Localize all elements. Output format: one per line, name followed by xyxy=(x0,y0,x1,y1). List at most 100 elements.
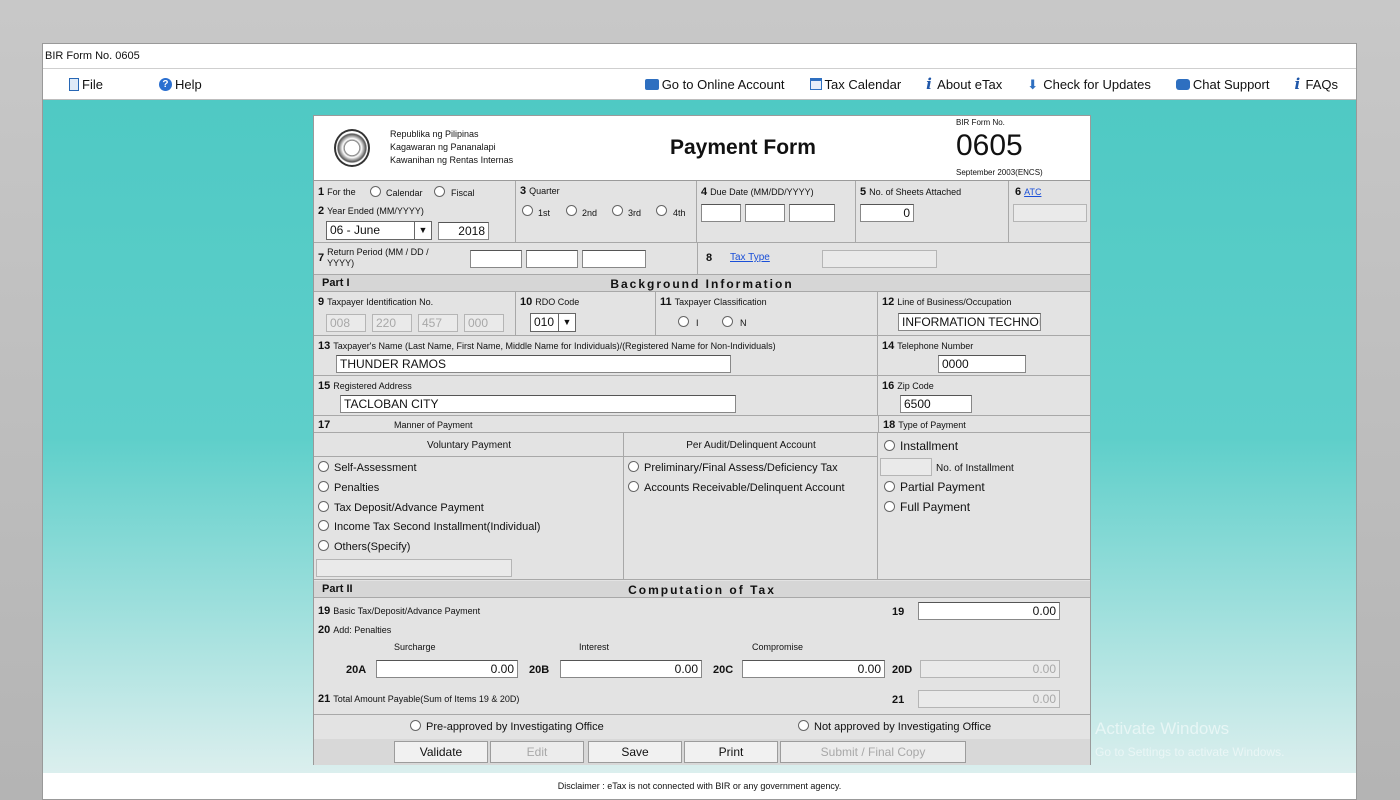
activate-windows-watermark: Activate Windows xyxy=(1095,719,1230,738)
class-i-label: I xyxy=(696,318,699,328)
class-n-radio[interactable] xyxy=(722,316,733,327)
menu-tax-calendar[interactable]: Tax Calendar xyxy=(809,77,901,92)
option-accounts-receivable[interactable]: Accounts Receivable/Delinquent Account xyxy=(628,481,845,494)
manner-label: Manner of Payment xyxy=(394,420,473,430)
option-full[interactable]: Full Payment xyxy=(884,500,970,514)
option-partial[interactable]: Partial Payment xyxy=(884,480,985,494)
item-number: 3 xyxy=(520,185,527,197)
menu-chat[interactable]: Chat Support xyxy=(1175,77,1269,92)
cell-voluntary: Voluntary Payment Self-Assessment Penalt… xyxy=(314,433,624,579)
total-penalties-input[interactable]: 0.00 xyxy=(920,660,1060,678)
address-input[interactable]: TACLOBAN CITY xyxy=(340,395,736,413)
menu-file[interactable]: File xyxy=(69,77,103,92)
option-label: Full Payment xyxy=(900,500,971,514)
quarter-4-radio[interactable] xyxy=(656,205,667,216)
option-installment[interactable]: Installment xyxy=(884,439,958,453)
surcharge-input[interactable]: 0.00 xyxy=(376,660,518,678)
installment-count-input[interactable] xyxy=(880,458,932,476)
penalties-radio[interactable] xyxy=(318,481,329,492)
menu-help[interactable]: ? Help xyxy=(158,77,202,92)
tax-type-input[interactable] xyxy=(822,250,937,268)
rdo-select[interactable]: 010 ▼ xyxy=(530,313,576,332)
cell-zip: 16 Zip Code 6500 xyxy=(878,376,1090,415)
validate-button[interactable]: Validate xyxy=(394,741,488,763)
quarter-3-radio[interactable] xyxy=(612,205,623,216)
full-radio[interactable] xyxy=(884,501,895,512)
option-label: Partial Payment xyxy=(900,480,985,494)
self-assessment-radio[interactable] xyxy=(318,461,329,472)
cell-type: Installment No. of Installment Partial P… xyxy=(878,433,1090,579)
year-ended-label: Year Ended (MM/YYYY) xyxy=(327,206,424,216)
tin-part-3[interactable]: 457 xyxy=(418,314,458,332)
atc-link[interactable]: ATC xyxy=(1024,187,1041,197)
quarter-2-radio[interactable] xyxy=(566,205,577,216)
deficiency-radio[interactable] xyxy=(628,461,639,472)
accounts-receivable-radio[interactable] xyxy=(628,481,639,492)
partial-radio[interactable] xyxy=(884,481,895,492)
tin-part-1[interactable]: 008 xyxy=(326,314,366,332)
taxpayer-name-input[interactable]: THUNDER RAMOS xyxy=(336,355,731,373)
business-input[interactable]: INFORMATION TECHNOL xyxy=(898,313,1041,331)
others-specify-input[interactable] xyxy=(316,559,512,577)
print-button[interactable]: Print xyxy=(684,741,778,763)
quarter-1-radio[interactable] xyxy=(522,205,533,216)
class-i-radio[interactable] xyxy=(678,316,689,327)
due-date-year-input[interactable] xyxy=(789,204,835,222)
fiscal-radio[interactable] xyxy=(434,186,445,197)
not-approved-radio[interactable] xyxy=(798,720,809,731)
cell-rdo: 10 RDO Code 010 ▼ xyxy=(516,292,656,335)
rdo-label: RDO Code xyxy=(535,297,580,307)
cell-sheets: 5 No. of Sheets Attached 0 xyxy=(856,181,1009,242)
year-input[interactable]: 2018 xyxy=(438,222,489,240)
basic-tax-input[interactable]: 0.00 xyxy=(918,602,1060,620)
tin-part-4[interactable]: 000 xyxy=(464,314,504,332)
option-tax-deposit[interactable]: Tax Deposit/Advance Payment xyxy=(318,501,484,514)
tax-deposit-radio[interactable] xyxy=(318,501,329,512)
return-period-year-input[interactable] xyxy=(582,250,646,268)
return-period-month-input[interactable] xyxy=(470,250,522,268)
installment-count-label: No. of Installment xyxy=(936,463,1014,474)
option-others[interactable]: Others(Specify) xyxy=(318,540,410,553)
menu-online-account[interactable]: Go to Online Account xyxy=(644,77,785,92)
form-version-date: September 2003(ENCS) xyxy=(956,168,1043,177)
chevron-down-icon: ▼ xyxy=(558,314,575,331)
income-tax-second-radio[interactable] xyxy=(318,520,329,531)
menu-updates[interactable]: ⬇ Check for Updates xyxy=(1027,77,1151,92)
agency-line: Kagawaran ng Pananalapi xyxy=(390,142,496,152)
tin-part-2[interactable]: 220 xyxy=(372,314,412,332)
phone-input[interactable]: 0000 xyxy=(938,355,1026,373)
option-income-tax-second[interactable]: Income Tax Second Installment(Individual… xyxy=(318,520,540,533)
atc-input[interactable] xyxy=(1013,204,1087,222)
option-pre-approved[interactable]: Pre-approved by Investigating Office xyxy=(410,720,604,733)
pre-approved-radio[interactable] xyxy=(410,720,421,731)
save-button[interactable]: Save xyxy=(588,741,682,763)
due-date-month-input[interactable] xyxy=(701,204,741,222)
chat-icon xyxy=(1175,78,1190,90)
others-radio[interactable] xyxy=(318,540,329,551)
item-number: 4 xyxy=(701,186,708,198)
sheets-input[interactable]: 0 xyxy=(860,204,914,222)
submit-button[interactable]: Submit / Final Copy xyxy=(780,741,966,763)
phone-label: Telephone Number xyxy=(897,341,974,351)
calendar-radio[interactable] xyxy=(370,186,381,197)
compromise-input[interactable]: 0.00 xyxy=(742,660,885,678)
option-penalties[interactable]: Penalties xyxy=(318,481,379,494)
option-self-assessment[interactable]: Self-Assessment xyxy=(318,461,417,474)
tax-type-link[interactable]: Tax Type xyxy=(730,252,770,263)
interest-input[interactable]: 0.00 xyxy=(560,660,702,678)
menu-faqs[interactable]: i FAQs xyxy=(1294,74,1338,93)
total-payable-input[interactable]: 0.00 xyxy=(918,690,1060,708)
return-period-day-input[interactable] xyxy=(526,250,578,268)
installment-radio[interactable] xyxy=(884,440,895,451)
due-date-day-input[interactable] xyxy=(745,204,785,222)
bir-seal-icon xyxy=(334,129,370,167)
option-deficiency[interactable]: Preliminary/Final Assess/Deficiency Tax xyxy=(628,461,838,474)
option-not-approved[interactable]: Not approved by Investigating Office xyxy=(798,720,991,733)
zip-input[interactable]: 6500 xyxy=(900,395,972,413)
option-label: Income Tax Second Installment(Individual… xyxy=(334,521,541,533)
edit-button[interactable]: Edit xyxy=(490,741,584,763)
option-label: Not approved by Investigating Office xyxy=(814,721,992,733)
info-icon: i xyxy=(1294,74,1301,93)
month-select[interactable]: 06 - June ▼ xyxy=(326,221,432,240)
menu-about[interactable]: i About eTax xyxy=(926,76,1002,92)
